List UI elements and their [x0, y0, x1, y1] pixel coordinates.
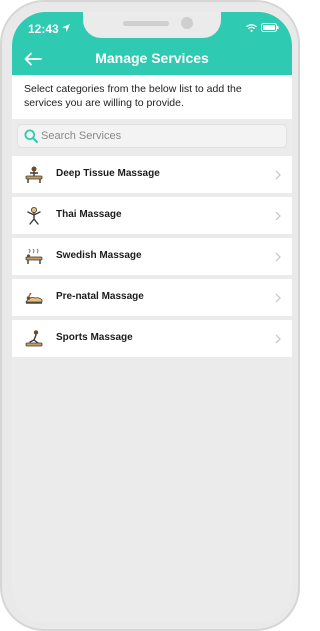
status-time: 12:43 [28, 22, 59, 36]
chevron-right-icon [275, 211, 281, 221]
thai-massage-icon [27, 207, 41, 225]
speaker-grille [123, 21, 169, 26]
chevron-right-icon [275, 170, 281, 180]
deep-tissue-icon [25, 166, 43, 183]
back-arrow-icon[interactable] [24, 52, 42, 66]
chevron-right-icon [275, 334, 281, 344]
search-icon [24, 129, 38, 143]
device-notch [83, 12, 221, 38]
service-label: Thai Massage [56, 209, 122, 220]
service-label: Deep Tissue Massage [56, 168, 160, 179]
search-bar[interactable] [17, 124, 287, 148]
service-label: Sports Massage [56, 332, 133, 343]
app-header: 12:43 Manage Services [12, 12, 292, 75]
phone-frame: 12:43 Manage Services Select categories … [0, 0, 300, 631]
chevron-right-icon [275, 293, 281, 303]
intro-text: Select categories from the below list to… [12, 75, 292, 119]
service-item-sports[interactable]: Sports Massage [12, 320, 292, 357]
search-input[interactable] [41, 127, 276, 145]
services-list: Deep Tissue Massage Thai Massage Swedish… [12, 156, 292, 361]
sports-massage-icon [25, 330, 43, 347]
service-item-prenatal[interactable]: Pre-natal Massage [12, 279, 292, 316]
front-camera [181, 17, 193, 29]
chevron-right-icon [275, 252, 281, 262]
battery-icon [261, 23, 279, 32]
status-icons [246, 23, 279, 32]
service-item-swedish[interactable]: Swedish Massage [12, 238, 292, 275]
wifi-icon [246, 23, 257, 32]
service-label: Pre-natal Massage [56, 291, 144, 302]
prenatal-massage-icon [25, 292, 43, 304]
service-item-deep-tissue[interactable]: Deep Tissue Massage [12, 156, 292, 193]
swedish-massage-icon [25, 248, 43, 264]
service-item-thai[interactable]: Thai Massage [12, 197, 292, 234]
app-screen: 12:43 Manage Services Select categories … [12, 12, 292, 623]
service-label: Swedish Massage [56, 250, 142, 261]
location-arrow-icon [62, 24, 70, 32]
page-title: Manage Services [95, 50, 209, 66]
